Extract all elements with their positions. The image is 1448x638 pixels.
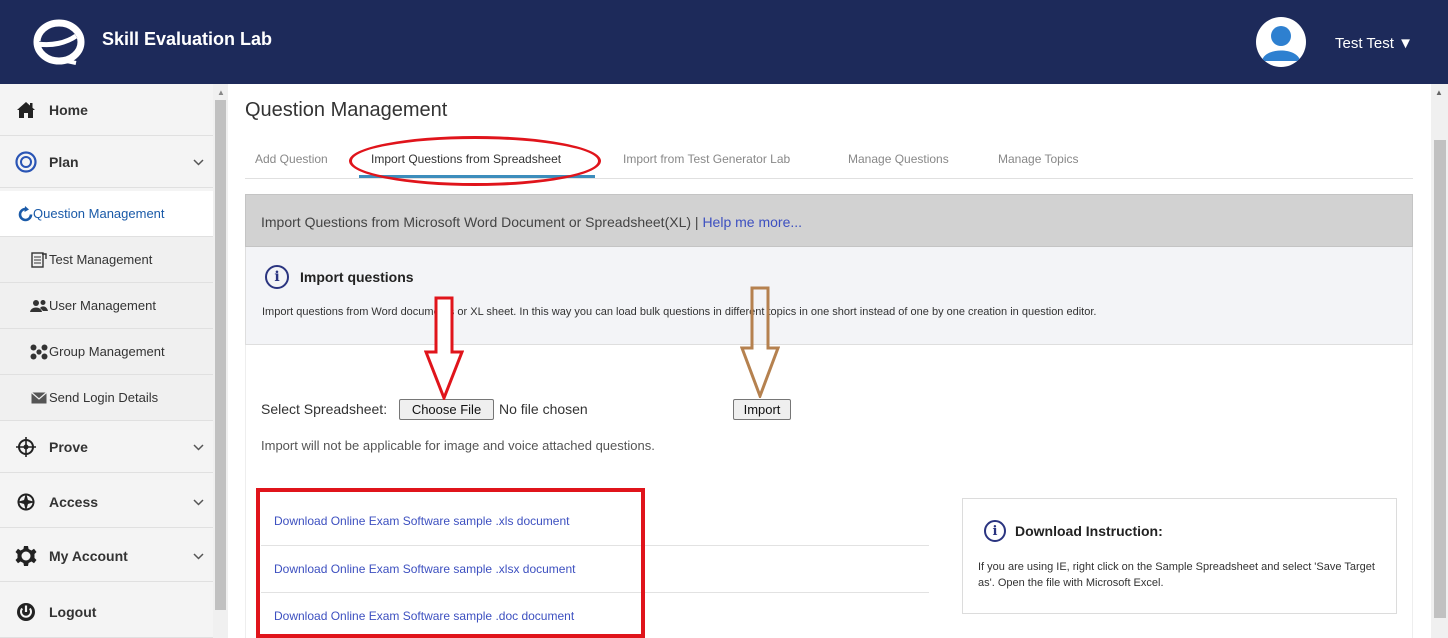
logo-icon[interactable] (30, 16, 86, 66)
scroll-up-arrow-icon[interactable]: ▲ (217, 88, 225, 97)
sidebar-item-label: Access (49, 494, 99, 510)
tab-manage-topics[interactable]: Manage Topics (998, 152, 1079, 166)
sidebar-item-test-management[interactable]: Test Management (0, 237, 213, 283)
instruction-text: If you are using IE, right click on the … (978, 561, 1375, 589)
sidebar-item-send-login-details[interactable]: Send Login Details (0, 375, 213, 421)
divider (261, 545, 929, 546)
top-header: Skill Evaluation Lab Test Test ▼ (0, 0, 1448, 84)
sidebar-item-label: Logout (49, 604, 97, 620)
app-title: Skill Evaluation Lab (102, 29, 273, 49)
info-icon: i (265, 265, 289, 289)
sidebar-item-prove[interactable]: Prove (0, 421, 213, 473)
chevron-down-icon (193, 553, 204, 560)
sidebar-item-home[interactable]: Home (0, 84, 213, 136)
sidebar-item-question-management[interactable]: Question Management (0, 191, 213, 237)
group-icon (30, 343, 48, 361)
divider (261, 592, 929, 593)
chevron-down-icon (193, 159, 204, 166)
user-menu[interactable]: Test Test ▼ (1335, 35, 1413, 52)
power-icon (14, 600, 38, 624)
sidebar-item-logout[interactable]: Logout (0, 586, 213, 638)
sidebar-item-label: Home (49, 102, 88, 118)
home-icon (14, 98, 38, 122)
sidebar-item-group-management[interactable]: Group Management (0, 329, 213, 375)
target-icon (14, 150, 38, 174)
tab-import-test-generator[interactable]: Import from Test Generator Lab (623, 152, 790, 166)
crosshair-icon (14, 435, 38, 459)
sidebar-item-plan[interactable]: Plan (0, 136, 213, 188)
compass-icon (14, 490, 38, 514)
instruction-title: Download Instruction: (1015, 523, 1163, 539)
refresh-icon (16, 205, 34, 223)
download-doc-link[interactable]: Download Online Exam Software sample .do… (274, 609, 574, 623)
download-xls-link[interactable]: Download Online Exam Software sample .xl… (274, 514, 569, 528)
select-spreadsheet-label: Select Spreadsheet: (261, 401, 388, 417)
page-scrollbar-thumb[interactable] (1434, 140, 1446, 618)
sidebar-item-label: My Account (49, 548, 128, 564)
sidebar-item-label: Group Management (49, 344, 165, 359)
info-text: Import questions from Word documents or … (262, 306, 1097, 318)
import-button[interactable]: Import (733, 399, 791, 420)
panel-heading: Import Questions from Microsoft Word Doc… (261, 214, 802, 230)
user-avatar-icon[interactable] (1256, 17, 1306, 67)
info-title: Import questions (300, 269, 414, 285)
sidebar-item-label: Test Management (49, 252, 153, 267)
chevron-down-icon (193, 499, 204, 506)
sidebar-item-my-account[interactable]: My Account (0, 530, 213, 582)
active-tab-indicator (359, 175, 595, 178)
sidebar-item-label: Plan (49, 154, 79, 170)
sidebar-scrollbar-thumb[interactable] (215, 100, 226, 610)
sidebar-item-label: Send Login Details (49, 390, 159, 405)
tab-add-question[interactable]: Add Question (255, 152, 328, 166)
download-xlsx-link[interactable]: Download Online Exam Software sample .xl… (274, 562, 575, 576)
panel-heading-text: Import Questions from Microsoft Word Doc… (261, 214, 703, 230)
tabs-divider (245, 178, 1413, 179)
sidebar-item-label: Question Management (33, 206, 165, 221)
users-icon (30, 297, 48, 315)
sidebar-item-label: User Management (49, 298, 156, 313)
page-title: Question Management (245, 99, 448, 121)
tab-import-spreadsheet[interactable]: Import Questions from Spreadsheet (371, 152, 561, 166)
info-box: i Import questions Import questions from… (245, 247, 1413, 345)
sidebar-item-access[interactable]: Access (0, 476, 213, 528)
tab-manage-questions[interactable]: Manage Questions (848, 152, 949, 166)
panel-header: Import Questions from Microsoft Word Doc… (245, 194, 1413, 247)
scroll-up-arrow-icon[interactable]: ▲ (1435, 88, 1443, 97)
help-link[interactable]: Help me more... (702, 214, 802, 230)
info-icon: i (984, 520, 1006, 542)
document-icon (30, 251, 48, 269)
download-instruction-box: i Download Instruction: If you are using… (962, 498, 1397, 614)
import-note: Import will not be applicable for image … (261, 438, 655, 453)
choose-file-button[interactable]: Choose File (399, 399, 494, 420)
sidebar-item-user-management[interactable]: User Management (0, 283, 213, 329)
envelope-icon (30, 389, 48, 407)
sidebar-item-label: Prove (49, 439, 88, 455)
file-status: No file chosen (499, 401, 588, 417)
gear-icon (14, 544, 38, 568)
chevron-down-icon (193, 444, 204, 451)
